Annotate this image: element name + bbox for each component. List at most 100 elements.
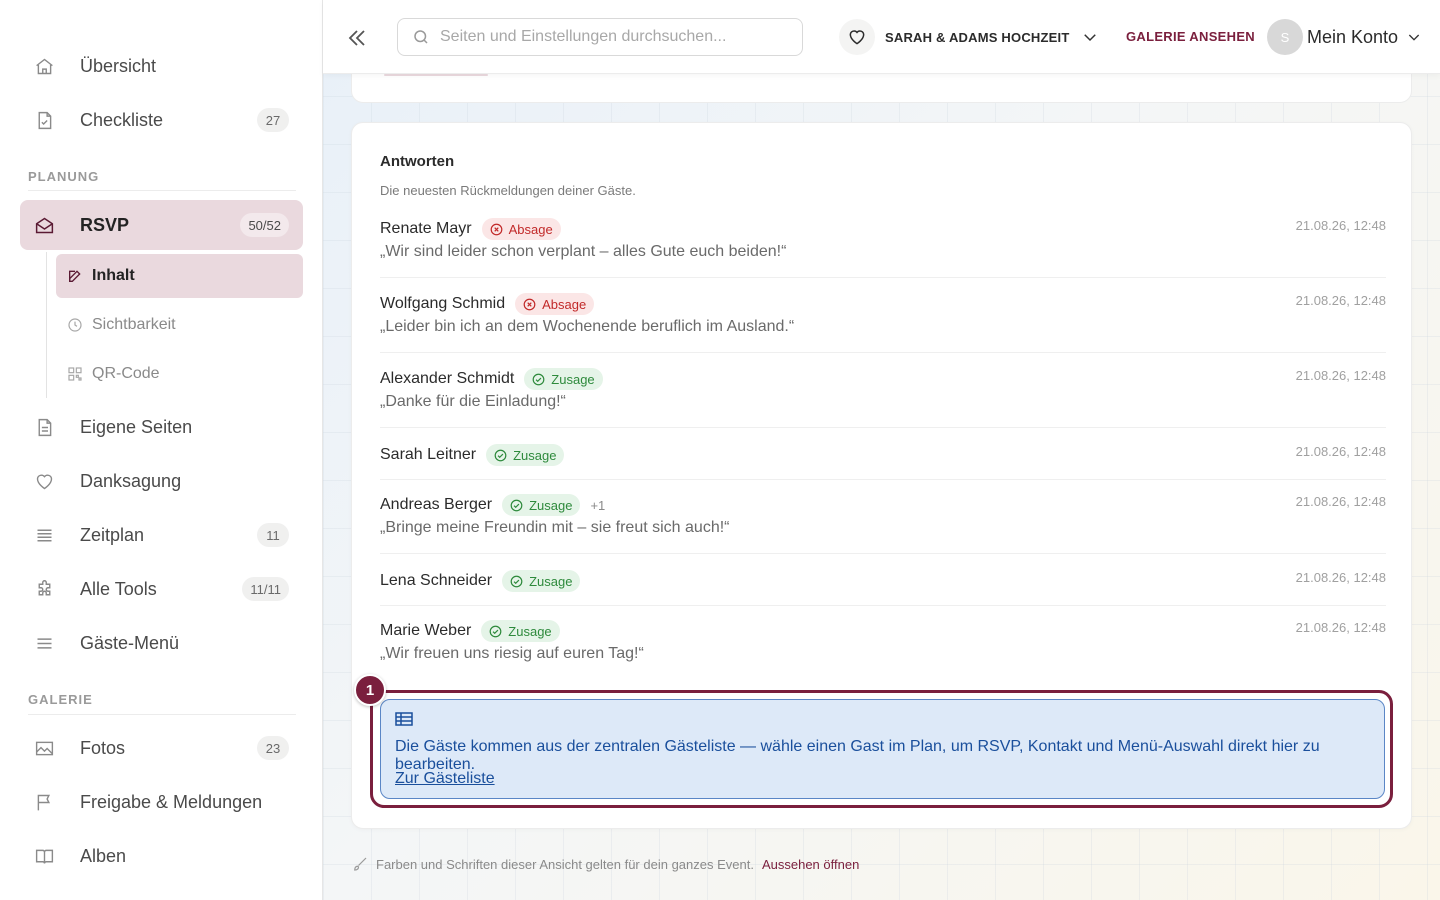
sidebar-item-alben[interactable]: Alben — [20, 832, 303, 880]
status-badge-accepted: Zusage — [486, 444, 565, 466]
status-badge-accepted: Zusage — [502, 570, 581, 592]
step-badge: 1 — [354, 674, 386, 706]
guest-name: Alexander Schmidt — [380, 370, 515, 387]
footer-note: Farben und Schriften dieser Ansicht gelt… — [351, 855, 859, 873]
response-header: Renate Mayr Absage — [380, 218, 1386, 240]
sidebar-item-zeitplan[interactable]: Zeitplan 11 — [20, 511, 303, 559]
response-timestamp: 21.08.26, 12:48 — [1295, 218, 1386, 233]
section-label-planung: PLANUNG — [28, 169, 100, 184]
callout-text: Die Gäste kommen aus der zentralen Gäste… — [395, 738, 1320, 773]
guest-name: Lena Schneider — [380, 572, 493, 589]
search-box[interactable] — [397, 18, 803, 56]
puzzle-icon — [32, 577, 56, 601]
check-circle-icon — [532, 373, 545, 385]
double-chevron-left-icon — [348, 30, 365, 46]
sidebar-subitem-label: Inhalt — [92, 267, 135, 284]
guest-list-link[interactable]: Zur Gästeliste — [395, 770, 495, 788]
heart-icon — [839, 19, 875, 55]
sidebar-subitem-label: QR-Code — [92, 365, 160, 382]
x-circle-icon — [523, 298, 536, 310]
count-badge: 11/11 — [242, 577, 289, 601]
response-message: „Wir sind leider schon verplant – alles … — [380, 243, 787, 260]
response-header: Andreas Berger Zusage +1 — [380, 494, 1386, 516]
response-header: Marie Weber Zusage — [380, 620, 1386, 642]
sidebar-item-alle-tools[interactable]: Alle Tools 11/11 — [20, 565, 303, 613]
home-icon — [32, 54, 56, 78]
sidebar-item-label: Danksagung — [80, 470, 182, 491]
list-icon — [32, 523, 56, 547]
status-label: Zusage — [513, 447, 557, 463]
footer-text: Farben und Schriften dieser Ansicht gelt… — [376, 856, 754, 872]
brush-icon — [351, 855, 369, 873]
response-timestamp: 21.08.26, 12:48 — [1295, 570, 1386, 585]
status-badge-accepted: Zusage — [502, 494, 581, 516]
guest-name: Marie Weber — [380, 622, 472, 639]
status-label: Zusage — [551, 371, 595, 387]
status-badge-declined: Absage — [481, 218, 561, 240]
account-menu[interactable]: S Mein Konto — [1267, 18, 1422, 56]
sidebar-subitem-qr-code[interactable]: QR-Code — [56, 352, 303, 396]
check-circle-icon — [494, 449, 507, 461]
response-header: Lena Schneider Zusage — [380, 570, 1386, 592]
sidebar-item-freigabe[interactable]: Freigabe & Meldungen — [20, 778, 303, 826]
plus-one-count: +1 — [590, 497, 606, 513]
sidebar-subitem-sichtbarkeit[interactable]: Sichtbarkeit — [56, 303, 303, 347]
sidebar-item-label: Checkliste — [80, 109, 164, 130]
response-row: Wolfgang Schmid Absage 21.08.26, 12:48 „Lei… — [380, 293, 1386, 353]
search-input[interactable] — [440, 28, 780, 46]
clock-icon — [66, 316, 84, 334]
search-icon — [412, 28, 430, 46]
response-header: Sarah Leitner Zusage — [380, 444, 1386, 466]
open-appearance-link[interactable]: Aussehen öffnen — [762, 857, 859, 872]
sidebar-item-rsvp[interactable]: RSVP 50/52 — [20, 200, 303, 250]
section-label-galerie: GALERIE — [28, 692, 93, 707]
sidebar-item-eigene-seiten[interactable]: Eigene Seiten — [20, 403, 303, 451]
button-edge — [384, 74, 488, 76]
collapse-sidebar-button[interactable] — [343, 24, 371, 52]
status-badge-declined: Absage — [515, 293, 595, 315]
envelope-icon — [32, 213, 56, 237]
sidebar-item-danksagung[interactable]: Danksagung — [20, 457, 303, 505]
status-badge-accepted: Zusage — [524, 368, 603, 390]
status-label: Zusage — [529, 573, 573, 589]
sidebar-item-label: Gäste-Menü — [80, 632, 180, 653]
sidebar-subitem-inhalt[interactable]: Inhalt — [56, 254, 303, 298]
image-icon — [32, 736, 56, 760]
qr-code-icon — [66, 365, 84, 383]
chevron-down-icon — [1406, 29, 1422, 45]
status-label: Zusage — [508, 623, 552, 639]
response-timestamp: 21.08.26, 12:48 — [1295, 620, 1386, 635]
response-header: Wolfgang Schmid Absage — [380, 293, 1386, 315]
event-switcher[interactable]: SARAH & ADAMS HOCHZEIT — [839, 18, 1099, 56]
account-label: Mein Konto — [1307, 26, 1399, 47]
avatar: S — [1267, 19, 1303, 55]
response-row: Andreas Berger Zusage +1 21.08.26, 12:48 „Br… — [380, 494, 1386, 554]
count-badge: 27 — [257, 108, 289, 132]
submenu-rail — [46, 252, 47, 398]
sidebar-item-overview[interactable]: Übersicht — [20, 42, 303, 90]
response-header: Alexander Schmidt Zusage — [380, 368, 1386, 390]
menu-icon — [32, 631, 56, 655]
sidebar-item-label: Fotos — [80, 737, 126, 758]
response-row: Alexander Schmidt Zusage 21.08.26, 12:48 „D… — [380, 368, 1386, 428]
count-badge: 23 — [257, 736, 289, 760]
sidebar-item-gaeste-menue[interactable]: Gäste-Menü — [20, 619, 303, 667]
response-timestamp: 21.08.26, 12:48 — [1295, 293, 1386, 308]
count-badge: 11 — [257, 523, 289, 547]
sidebar-item-checklist[interactable]: Checkliste 27 — [20, 96, 303, 144]
response-timestamp: 21.08.26, 12:48 — [1295, 444, 1386, 459]
view-gallery-link[interactable]: GALERIE ANSEHEN — [1126, 29, 1255, 44]
check-circle-icon — [489, 625, 502, 637]
topbar: SARAH & ADAMS HOCHZEIT GALERIE ANSEHEN S… — [323, 0, 1440, 74]
response-message: „Wir freuen uns riesig auf euren Tag!“ — [380, 645, 644, 662]
status-label: Zusage — [529, 497, 573, 513]
book-icon — [32, 844, 56, 868]
guest-name: Wolfgang Schmid — [380, 295, 506, 312]
response-message: „Bringe meine Freundin mit – sie freut s… — [380, 519, 730, 536]
sidebar-item-fotos[interactable]: Fotos 23 — [20, 724, 303, 772]
response-message: „Danke für die Einladung!“ — [380, 393, 566, 410]
edit-icon — [66, 267, 84, 285]
page-icon — [32, 415, 56, 439]
flag-icon — [32, 790, 56, 814]
event-name: SARAH & ADAMS HOCHZEIT — [885, 29, 1070, 45]
